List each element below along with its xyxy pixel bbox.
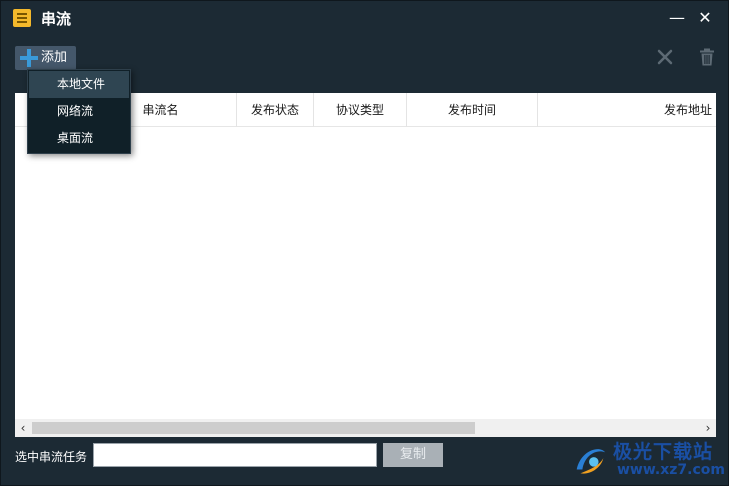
title-bar[interactable]: 串流 — ✕ [1, 1, 728, 35]
column-publish-address[interactable]: 发布地址 [538, 93, 716, 127]
watermark-text: 极光下载站 [613, 441, 714, 463]
column-protocol-type[interactable]: 协议类型 [314, 93, 407, 127]
watermark-logo-icon [576, 449, 606, 474]
app-icon [13, 9, 31, 27]
bottom-bar: 选中串流任务 复制 极光下载站 www.xz7.com [1, 437, 728, 485]
watermark: 极光下载站 www.xz7.com [567, 437, 727, 483]
window-title: 串流 [41, 10, 72, 28]
stream-window: 串流 — ✕ 添加 串流名 发布状态 协议类型 发布时间 发布地址 ‹ › 选中… [0, 0, 729, 486]
column-publish-status[interactable]: 发布状态 [237, 93, 314, 127]
add-dropdown-menu: 本地文件 网络流 桌面流 [27, 69, 131, 154]
column-publish-time[interactable]: 发布时间 [407, 93, 538, 127]
remove-icon[interactable] [655, 47, 675, 67]
copy-button[interactable]: 复制 [383, 443, 443, 467]
selected-task-label: 选中串流任务 [15, 450, 88, 464]
scroll-left-arrow[interactable]: ‹ [15, 419, 31, 437]
close-button[interactable]: ✕ [693, 6, 717, 30]
scrollbar-thumb[interactable] [32, 422, 475, 434]
selected-task-input[interactable] [93, 443, 377, 467]
plus-icon [20, 49, 38, 67]
trash-icon[interactable] [697, 47, 717, 67]
scroll-right-arrow[interactable]: › [700, 419, 716, 437]
menu-item-network-stream[interactable]: 网络流 [29, 98, 129, 125]
add-button-label: 添加 [41, 50, 68, 65]
minimize-button[interactable]: — [665, 6, 689, 30]
menu-item-desktop-stream[interactable]: 桌面流 [29, 125, 129, 152]
menu-item-local-file[interactable]: 本地文件 [29, 71, 129, 98]
add-button[interactable]: 添加 [15, 46, 76, 70]
watermark-url: www.xz7.com [617, 462, 725, 478]
horizontal-scrollbar[interactable]: ‹ › [15, 419, 716, 437]
